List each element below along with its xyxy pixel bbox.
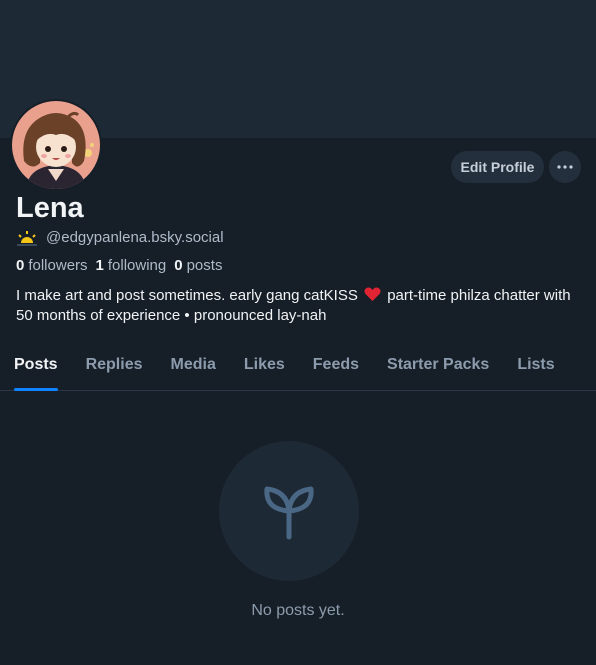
followers-count: 0 [16, 257, 25, 274]
empty-state-message: No posts yet. [251, 602, 345, 619]
seedling-icon [264, 486, 314, 540]
avatar-image [12, 101, 100, 189]
profile-bio: I make art and post sometimes. early gan… [16, 286, 581, 326]
following-count: 1 [95, 257, 104, 274]
posts-label: posts [186, 257, 223, 274]
profile-name: Lena [16, 192, 84, 224]
tab-replies[interactable]: Replies [86, 345, 143, 390]
tab-likes[interactable]: Likes [244, 345, 285, 390]
following-link[interactable]: 1 following [96, 257, 167, 274]
heart-icon [364, 287, 381, 301]
sunrise-icon [17, 230, 37, 246]
ellipsis-icon [557, 165, 573, 169]
profile-handle: @edgypanlena.bsky.social [46, 229, 224, 246]
followers-label: followers [28, 257, 88, 274]
empty-state-circle [219, 441, 359, 581]
followers-link[interactable]: 0 followers [16, 257, 88, 274]
posts-count: 0 [174, 257, 183, 274]
tab-media[interactable]: Media [171, 345, 216, 390]
bio-text-part1: I make art and post sometimes. early gan… [16, 287, 358, 304]
tab-lists[interactable]: Lists [517, 345, 554, 390]
tab-starter-packs[interactable]: Starter Packs [387, 345, 489, 390]
more-options-button[interactable] [549, 151, 581, 183]
profile-tabs: Posts Replies Media Likes Feeds Starter … [0, 345, 596, 391]
following-label: following [107, 257, 167, 274]
handle-row: @edgypanlena.bsky.social [16, 229, 224, 246]
edit-profile-button[interactable]: Edit Profile [451, 151, 544, 183]
tab-feeds[interactable]: Feeds [313, 345, 359, 390]
posts-stat: 0 posts [174, 257, 222, 274]
avatar[interactable] [10, 99, 102, 191]
tab-posts[interactable]: Posts [14, 345, 58, 391]
profile-stats: 0 followers 1 following 0 posts [16, 257, 222, 274]
